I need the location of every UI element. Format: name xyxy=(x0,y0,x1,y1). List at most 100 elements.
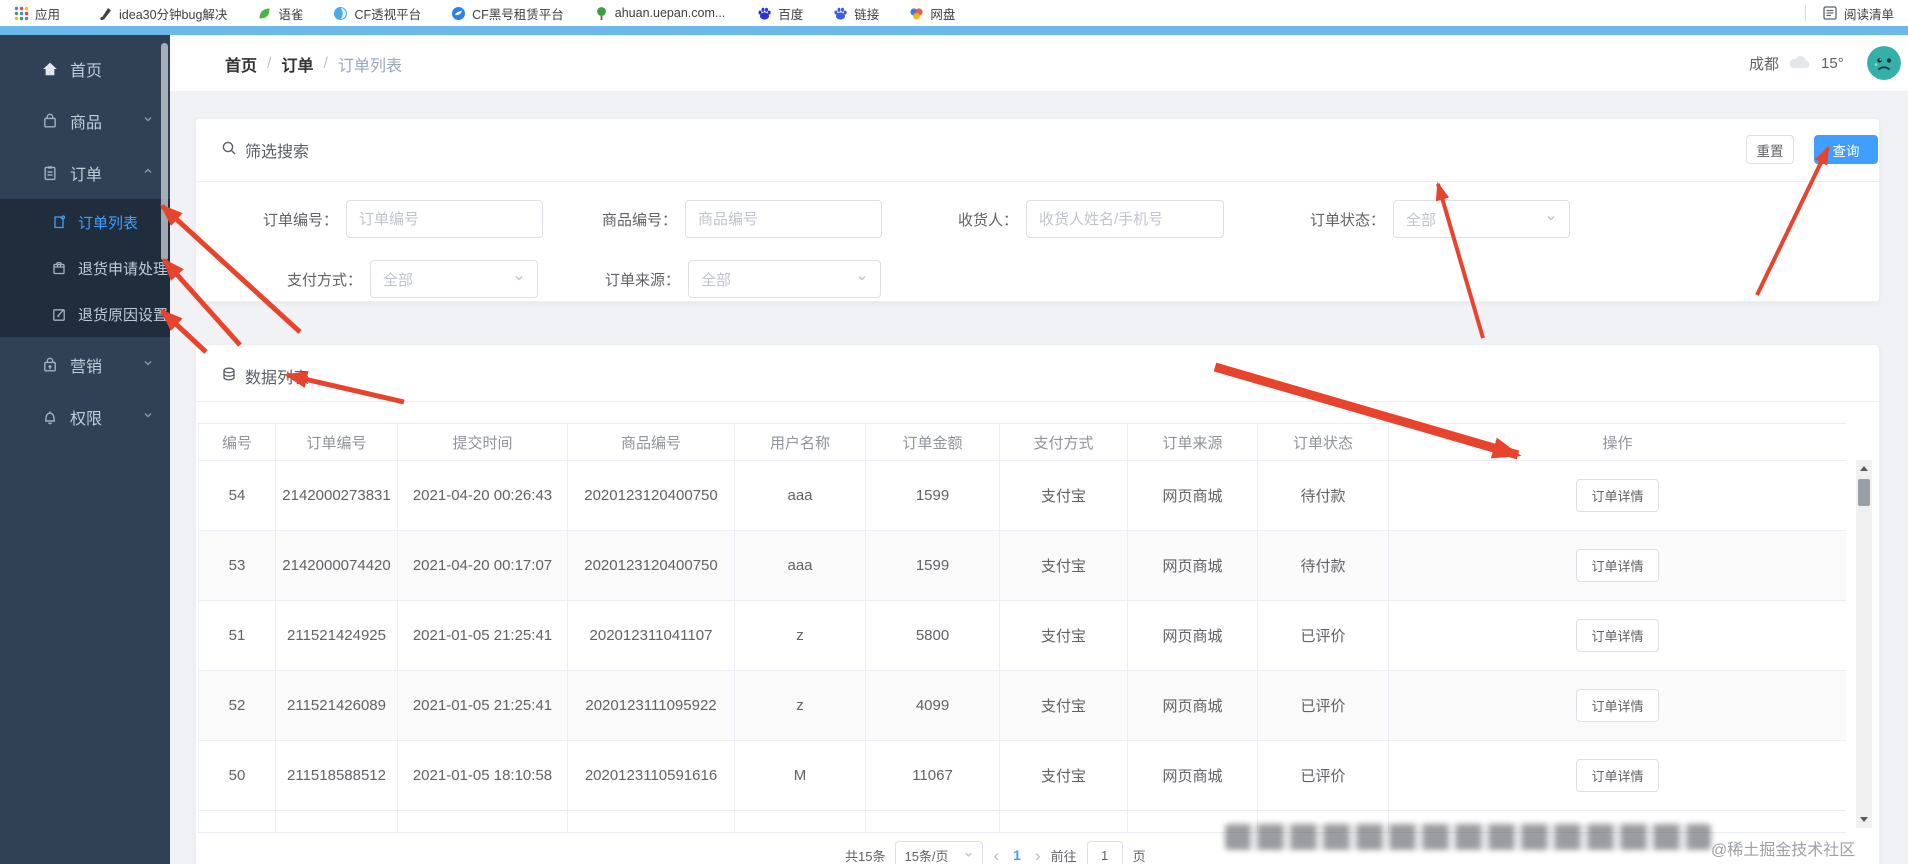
field-label: 订单来源： xyxy=(604,271,680,289)
chevron-down-icon xyxy=(513,271,525,288)
reading-list-button[interactable]: 阅读清单 xyxy=(1814,2,1902,24)
table-header-row: 编号 订单编号 提交时间 商品编号 用户名称 订单金额 支付方式 订单来源 订单状态 操作 xyxy=(198,423,1846,461)
table-cell: 2021-04-20 00:17:07 xyxy=(397,530,568,601)
table-cell: 2021-01-05 18:10:58 xyxy=(397,740,568,811)
bookmark-item-baidu[interactable]: 百度 xyxy=(749,2,811,24)
bookmark-label: CF黑号租赁平台 xyxy=(472,7,564,22)
sidebar-item-label: 首页 xyxy=(70,63,103,80)
breadcrumb-current: 订单列表 xyxy=(337,57,402,75)
reset-button[interactable]: 重置 xyxy=(1746,135,1794,164)
order-detail-button[interactable]: 订单详情 xyxy=(1576,479,1659,512)
column-header: 订单状态 xyxy=(1257,423,1389,461)
goto-page-input[interactable] xyxy=(1086,841,1123,864)
bookmark-item-cf1[interactable]: CF透视平台 xyxy=(325,2,429,24)
scrollbar-thumb[interactable] xyxy=(1858,479,1870,506)
scrollbar-up-button[interactable] xyxy=(1856,460,1872,477)
data-card-title: 数据列表 xyxy=(221,361,309,391)
pay-type-select[interactable]: 全部 xyxy=(370,260,538,298)
bookmark-item-idea[interactable]: idea30分钟bug解决 xyxy=(90,2,235,24)
order-list-icon xyxy=(50,214,68,230)
chevron-down-icon xyxy=(1545,211,1557,228)
order-status-select[interactable]: 全部 xyxy=(1393,200,1570,238)
table-cell: 2020123120400750 xyxy=(567,530,735,601)
netdisk-icon xyxy=(909,6,924,21)
card-divider xyxy=(196,401,1879,402)
column-header: 商品编号 xyxy=(567,423,735,461)
product-no-input[interactable] xyxy=(685,200,882,238)
column-header: 订单金额 xyxy=(865,423,1000,461)
table-cell: 51 xyxy=(198,600,276,671)
bookmark-item-netdisk[interactable]: 网盘 xyxy=(901,2,963,24)
table-cell: 1599 xyxy=(865,460,1000,531)
marketing-bag-icon xyxy=(40,356,60,374)
table-cell: 支付宝 xyxy=(999,530,1128,601)
table-cell: 2142000074420 xyxy=(275,530,398,601)
apps-grid-icon xyxy=(14,6,29,21)
breadcrumb-separator: / xyxy=(267,54,272,72)
chevron-down-icon xyxy=(142,356,154,374)
table-cell: M xyxy=(734,740,866,811)
data-list-card: 数据列表 编号 订单编号 提交时间 商品编号 用户名称 订单金额 支付方式 订单来源 订单状态操… xyxy=(195,344,1880,864)
sidebar-item-marketing[interactable]: 营销 xyxy=(0,339,170,391)
bookmark-item-uepan[interactable]: ahuan.uepan.com... xyxy=(586,2,734,24)
current-page[interactable]: 1 xyxy=(1009,847,1025,863)
shopping-bag-icon xyxy=(40,112,60,130)
filter-field-order-source: 订单来源： 全部 xyxy=(546,260,881,298)
column-header: 订单编号 xyxy=(275,423,398,461)
table-cell: 网页商城 xyxy=(1127,670,1258,741)
order-detail-button[interactable]: 订单详情 xyxy=(1576,689,1659,722)
chevron-down-icon xyxy=(142,408,154,426)
sidebar-scrollbar-thumb[interactable] xyxy=(161,43,168,261)
bookmark-item-link[interactable]: 链接 xyxy=(825,2,887,24)
receiver-input[interactable] xyxy=(1026,200,1224,238)
table-cell: 已评价 xyxy=(1257,600,1389,671)
table-cell: 2021-01-05 21:25:41 xyxy=(397,670,568,741)
breadcrumb-home[interactable]: 首页 xyxy=(225,52,257,76)
table-cell xyxy=(865,810,1000,832)
order-detail-button[interactable]: 订单详情 xyxy=(1576,759,1659,792)
sidebar-item-order-list[interactable]: 订单列表 xyxy=(0,199,170,245)
table-cell-actions: 订单详情 xyxy=(1388,670,1846,741)
table-cell: 支付宝 xyxy=(999,460,1128,531)
table-cell: 4099 xyxy=(865,670,1000,741)
table-cell: 支付宝 xyxy=(999,600,1128,671)
table-cell: 211518588512 xyxy=(275,740,398,811)
sidebar-item-home[interactable]: 首页 xyxy=(0,43,170,95)
bookmark-item-apps[interactable]: 应用 xyxy=(6,2,68,24)
table-cell: 待付款 xyxy=(1257,460,1389,531)
bookmark-item-yuque[interactable]: 语雀 xyxy=(249,2,311,24)
avatar[interactable] xyxy=(1867,46,1901,80)
sidebar-item-return-reasons[interactable]: 退货原因设置 xyxy=(0,291,170,337)
column-header: 用户名称 xyxy=(734,423,866,461)
sidebar-item-return-requests[interactable]: 退货申请处理 xyxy=(0,245,170,291)
sidebar-item-permissions[interactable]: 权限 xyxy=(0,391,170,443)
sidebar-item-label: 订单 xyxy=(70,167,103,184)
chevron-up-icon xyxy=(142,164,154,182)
table-cell: 网页商城 xyxy=(1127,530,1258,601)
next-page-button[interactable]: › xyxy=(1035,847,1041,864)
prev-page-button[interactable]: ‹ xyxy=(993,847,999,864)
order-detail-button[interactable]: 订单详情 xyxy=(1576,549,1659,582)
table-row: 52 211521426089 2021-01-05 21:25:41 2020123… xyxy=(198,670,1846,741)
blue-globe-icon xyxy=(333,6,348,21)
breadcrumb-orders[interactable]: 订单 xyxy=(281,52,313,76)
sidebar-item-goods[interactable]: 商品 xyxy=(0,95,170,147)
search-button[interactable]: 查询 xyxy=(1814,135,1878,164)
table-cell: 54 xyxy=(198,460,276,531)
table-cell xyxy=(999,810,1128,832)
order-no-input[interactable] xyxy=(346,200,543,238)
sidebar-item-orders[interactable]: 订单 xyxy=(0,147,170,199)
triangle-up-icon xyxy=(1860,466,1868,471)
table-cell: 5800 xyxy=(865,600,1000,671)
table-cell: 2021-01-05 21:25:41 xyxy=(397,600,568,671)
goto-label: 前往 xyxy=(1050,848,1077,864)
bookmark-item-cf2[interactable]: CF黑号租赁平台 xyxy=(443,2,572,24)
order-detail-button[interactable]: 订单详情 xyxy=(1576,619,1659,652)
page-size-select[interactable]: 15条/页 xyxy=(895,841,984,864)
chevron-down-icon xyxy=(856,271,868,288)
order-source-select[interactable]: 全部 xyxy=(688,260,881,298)
yuque-leaf-icon xyxy=(257,6,272,21)
scrollbar-down-button[interactable] xyxy=(1856,811,1872,828)
sidebar-item-label: 订单列表 xyxy=(78,214,139,232)
table-cell: 支付宝 xyxy=(999,740,1128,811)
